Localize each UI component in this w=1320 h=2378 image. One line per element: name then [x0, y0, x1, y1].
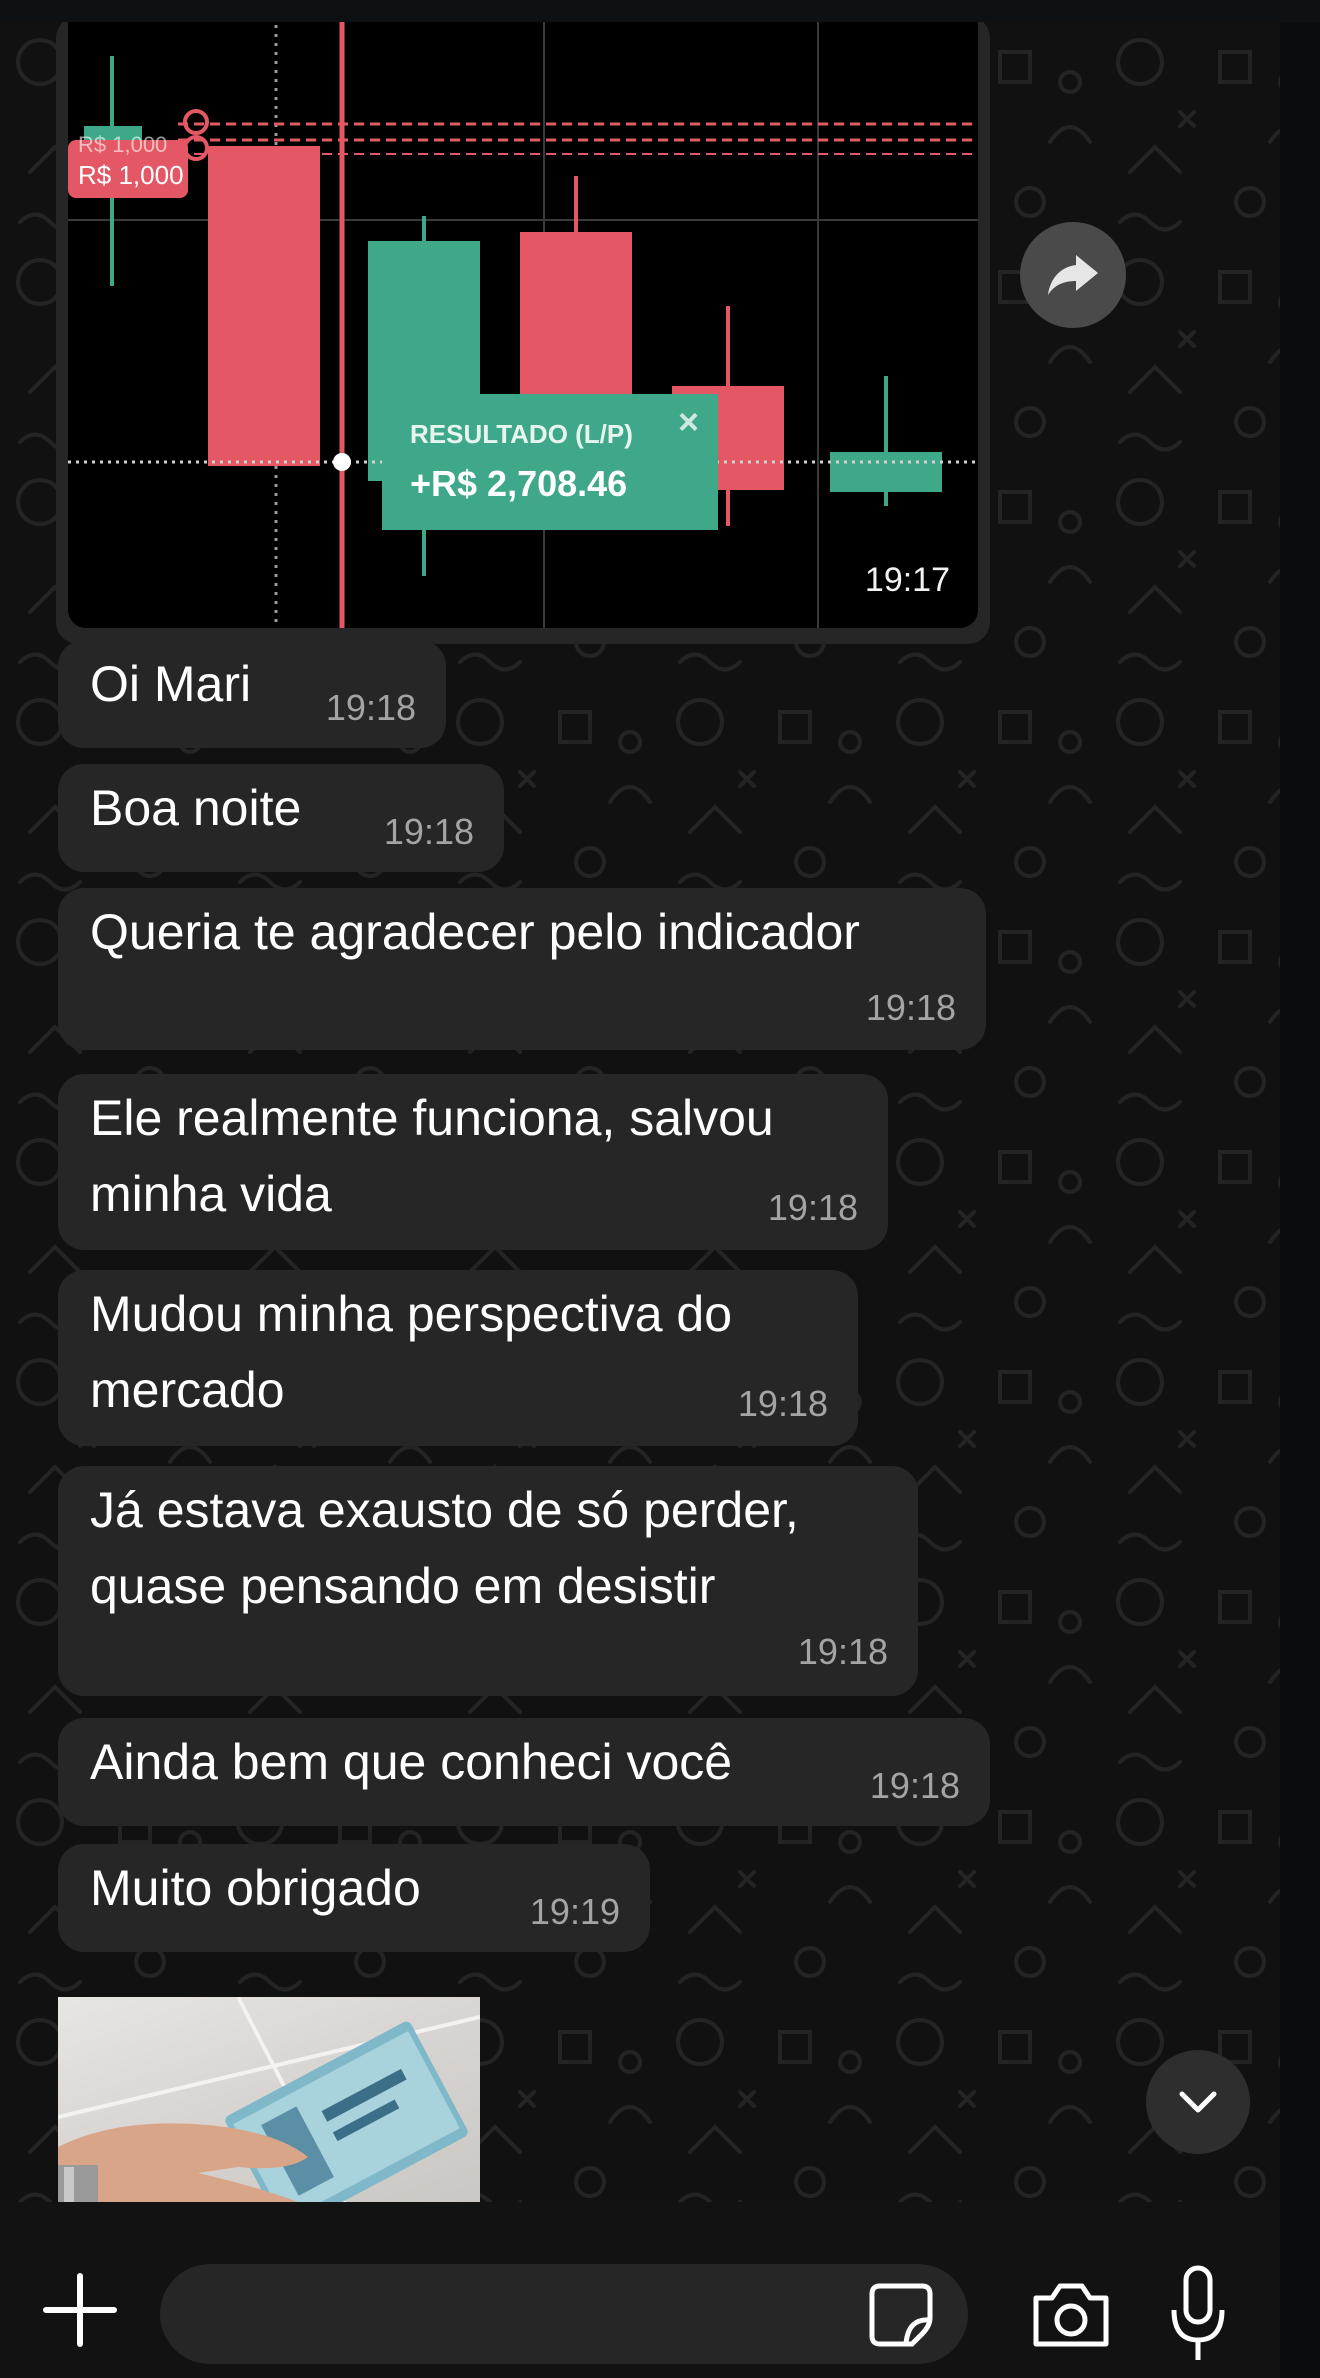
camera-icon[interactable]: [1030, 2280, 1112, 2350]
screen-edge: [1280, 22, 1320, 2378]
message-input[interactable]: [160, 2264, 968, 2364]
result-box: [382, 394, 718, 530]
stop-label-ghost: R$ 1,000: [78, 132, 167, 157]
message-bubble[interactable]: Ele realmente funciona, salvou minha vid…: [58, 1074, 888, 1250]
message-timestamp: 19:18: [865, 987, 956, 1028]
compose-bar: [0, 2202, 1280, 2378]
message-text: Ainda bem que conheci você: [90, 1734, 733, 1790]
message-timestamp: 19:18: [737, 1383, 828, 1424]
forward-arrow-icon: [1048, 255, 1098, 295]
message-text: Já estava exausto de só perder, quase pe…: [90, 1482, 799, 1614]
message-text: Queria te agradecer pelo indicador: [90, 904, 860, 960]
message-bubble[interactable]: Mudou minha perspectiva do mercado 19:18: [58, 1270, 858, 1446]
scroll-down-button[interactable]: [1146, 2050, 1250, 2154]
message-bubble[interactable]: Ainda bem que conheci você 19:18: [58, 1718, 990, 1826]
candle: [830, 452, 942, 492]
candlestick-chart: R$ 1,000 R$ 1,000 RESULTADO (L/P) +R$ 2,…: [68, 22, 978, 628]
message-timestamp: 19:18: [797, 1631, 888, 1672]
photo-message[interactable]: [58, 1997, 480, 2229]
message-bubble[interactable]: Já estava exausto de só perder, quase pe…: [58, 1466, 918, 1696]
forward-button[interactable]: [1020, 222, 1126, 328]
message-timestamp: 19:18: [325, 687, 416, 728]
message-bubble[interactable]: Queria te agradecer pelo indicador 19:18: [58, 888, 986, 1050]
message-bubble[interactable]: Oi Mari 19:18: [58, 640, 446, 748]
chart-image-message[interactable]: R$ 1,000 R$ 1,000 RESULTADO (L/P) +R$ 2,…: [56, 22, 990, 644]
sticker-icon[interactable]: [868, 2282, 934, 2348]
message-text: Ele realmente funciona, salvou minha vid…: [90, 1090, 774, 1222]
microphone-icon[interactable]: [1168, 2264, 1228, 2364]
result-value: +R$ 2,708.46: [410, 463, 627, 504]
message-text: Mudou minha perspectiva do mercado: [90, 1286, 733, 1418]
candle: [520, 232, 632, 412]
message-timestamp: 19:19: [529, 1891, 620, 1932]
chevron-down-icon: [1179, 2091, 1217, 2113]
result-title: RESULTADO (L/P): [410, 419, 633, 449]
message-bubble[interactable]: Muito obrigado 19:19: [58, 1844, 650, 1952]
money-photo: [58, 1997, 480, 2229]
candle: [208, 146, 320, 466]
result-close-icon[interactable]: ×: [678, 401, 699, 442]
trading-chart: R$ 1,000 R$ 1,000 RESULTADO (L/P) +R$ 2,…: [68, 22, 978, 628]
stop-price-label: R$ 1,000: [78, 160, 184, 190]
message-bubble[interactable]: Boa noite 19:18: [58, 764, 504, 872]
chat-screen: R$ 1,000 R$ 1,000 RESULTADO (L/P) +R$ 2,…: [0, 22, 1280, 2378]
message-timestamp: 19:18: [383, 811, 474, 852]
message-timestamp: 19:18: [767, 1187, 858, 1228]
message-timestamp: 19:17: [864, 561, 950, 599]
message-timestamp: 19:18: [869, 1765, 960, 1806]
plus-icon[interactable]: [40, 2270, 120, 2350]
